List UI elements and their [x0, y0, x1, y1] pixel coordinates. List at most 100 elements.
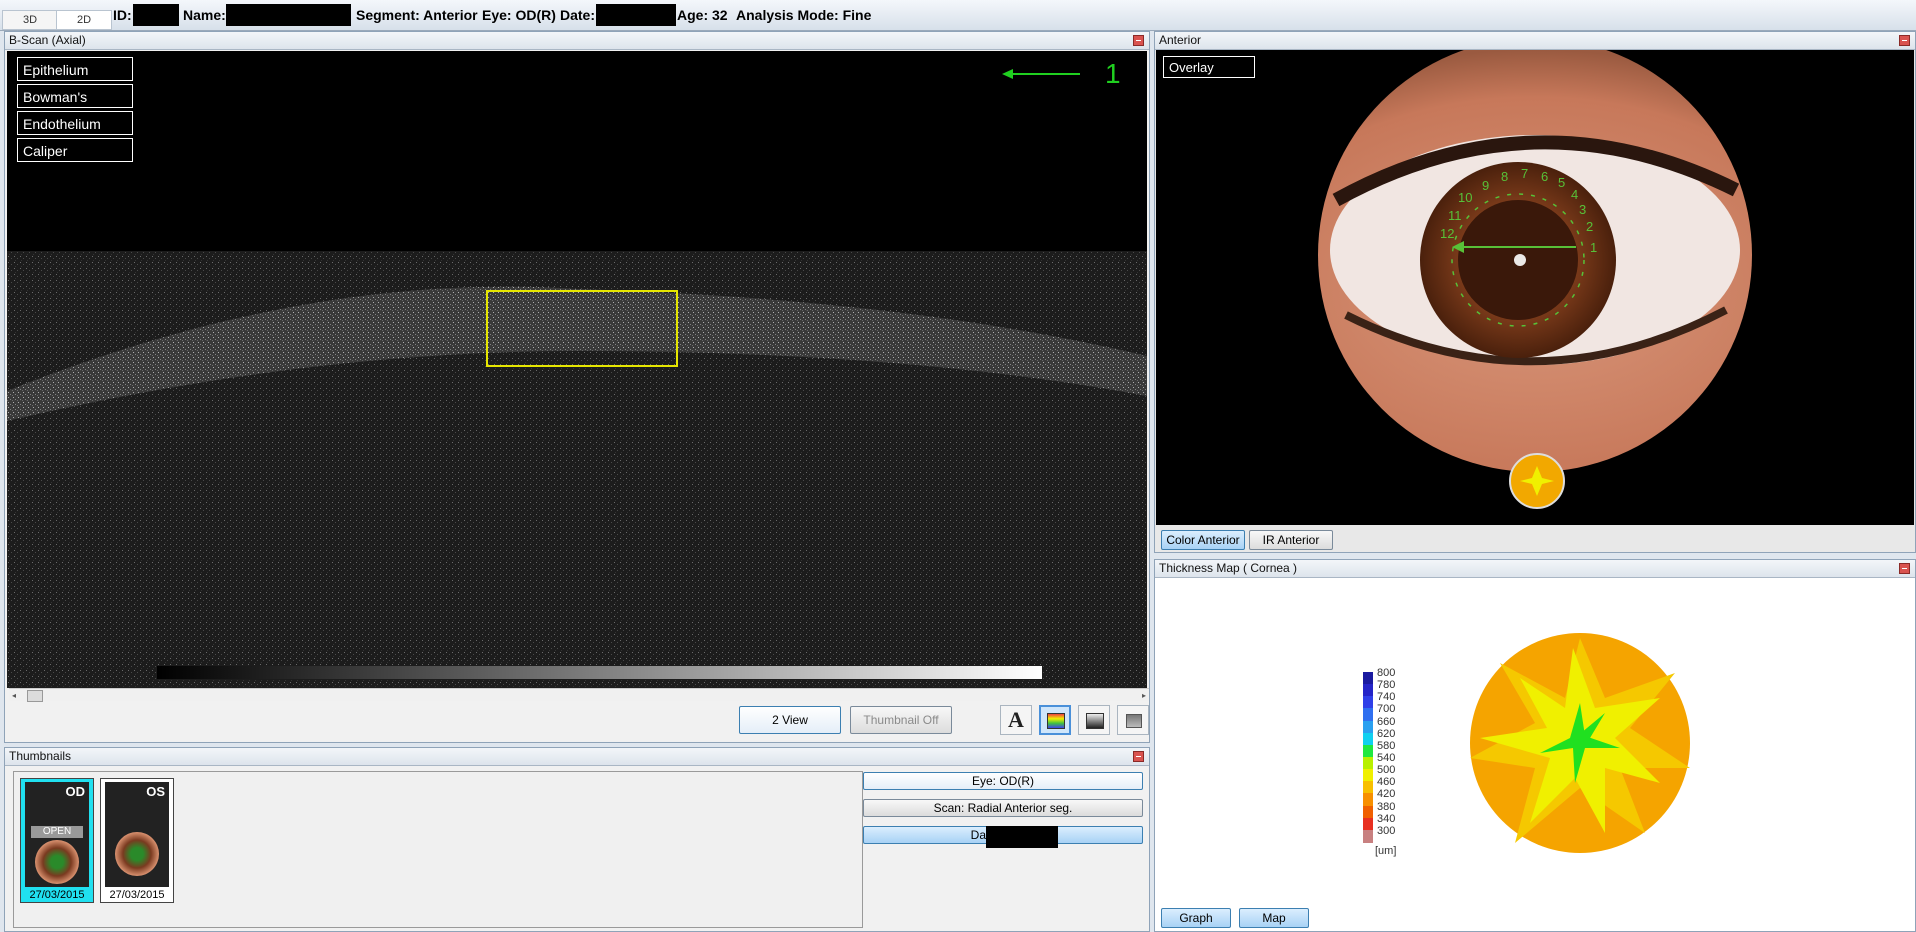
- grayscale-icon[interactable]: [1078, 705, 1110, 735]
- graph-button[interactable]: Graph: [1161, 908, 1231, 928]
- color-map-icon[interactable]: [1039, 705, 1071, 735]
- bscan-panel: B-Scan (Axial) 1 Epithelium Bowman's End…: [4, 31, 1150, 743]
- thumbnails-panel: Thumbnails OD OPEN 27/03/2015 OS 27/03/2…: [4, 747, 1150, 932]
- thumbnail-list: OD OPEN 27/03/2015 OS 27/03/2015: [13, 771, 863, 928]
- thumbnail-off-button[interactable]: Thumbnail Off: [850, 706, 952, 734]
- two-view-button[interactable]: 2 View: [739, 706, 841, 734]
- thumbnails-title: Thumbnails: [5, 748, 1149, 766]
- thickness-map-svg[interactable]: [1455, 618, 1705, 868]
- legend-label: 340: [1377, 812, 1396, 825]
- grayscale-bar: [157, 666, 1042, 679]
- bscan-title: B-Scan (Axial): [5, 32, 1149, 50]
- bscan-scrollbar[interactable]: ◂ ▸: [9, 688, 1149, 702]
- scan-marker-number: 1: [1105, 58, 1121, 89]
- gradient-icon[interactable]: [1117, 705, 1149, 735]
- clock-8: 8: [1501, 169, 1508, 184]
- layer-endothelium-button[interactable]: Endothelium: [17, 111, 133, 135]
- legend-label: 800: [1377, 667, 1396, 679]
- eye-label: Eye: OD(R): [482, 7, 556, 23]
- bscan-svg: 1: [7, 58, 1147, 688]
- legend-label: 780: [1377, 679, 1396, 692]
- bscan-image[interactable]: 1 Epithelium Bowman's Endothelium Calipe…: [7, 51, 1147, 688]
- eye-info-button[interactable]: Eye: OD(R): [863, 772, 1143, 790]
- thumbnail-od[interactable]: OD OPEN 27/03/2015: [20, 778, 94, 903]
- reflection: [1514, 254, 1526, 266]
- thumbnail-os-eye: OS: [146, 784, 165, 799]
- bscan-close-icon[interactable]: [1133, 35, 1144, 46]
- scan-arrowhead: [1002, 69, 1013, 79]
- thumbnail-os[interactable]: OS 27/03/2015: [100, 778, 174, 903]
- thumbnail-os-date: 27/03/2015: [109, 889, 165, 901]
- segment-label: Segment: Anterior: [356, 7, 478, 23]
- clock-7: 7: [1521, 166, 1528, 181]
- legend-label: 380: [1377, 800, 1396, 813]
- legend-label: 500: [1377, 764, 1396, 777]
- scroll-left-icon[interactable]: ◂: [12, 691, 16, 700]
- anterior-close-icon[interactable]: [1899, 35, 1910, 46]
- thumbnail-os-image: OS: [105, 782, 169, 887]
- thickness-panel: Thickness Map ( Cornea ) 800 780 740 700 660…: [1154, 559, 1916, 932]
- thumbnail-os-eye-image: [115, 832, 159, 876]
- text-tool-icon[interactable]: A: [1000, 705, 1032, 735]
- color-anterior-button[interactable]: Color Anterior: [1161, 530, 1245, 550]
- map-button[interactable]: Map: [1239, 908, 1309, 928]
- thickness-title: Thickness Map ( Cornea ): [1155, 560, 1915, 578]
- anterior-title: Anterior: [1155, 32, 1915, 50]
- legend-swatch: [1363, 829, 1373, 843]
- date-redacted: [596, 4, 676, 26]
- scroll-thumb[interactable]: [27, 690, 43, 702]
- legend-label: 580: [1377, 739, 1396, 752]
- legend-label: 420: [1377, 788, 1396, 801]
- thickness-legend: 800 780 740 700 660 620 580 540 500 460 420 380 340 3…: [1363, 667, 1443, 862]
- legend-label: 620: [1377, 727, 1396, 740]
- tab-3d[interactable]: 3D: [2, 10, 58, 30]
- overlay-button[interactable]: Overlay: [1163, 56, 1255, 78]
- thumbnail-od-status: OPEN: [31, 826, 83, 838]
- thumbnail-od-eye-image: [35, 840, 79, 884]
- clock-2: 2: [1586, 219, 1593, 234]
- analysis-mode-label: Analysis Mode: Fine: [736, 7, 872, 23]
- name-redacted: [226, 4, 351, 26]
- clock-5: 5: [1558, 175, 1565, 190]
- anterior-image[interactable]: 1 2 3 4 5 6 7 8 9 10 11 12 Overlay: [1156, 50, 1914, 525]
- thumbnail-od-date: 27/03/2015: [29, 889, 85, 901]
- legend-color-bar: [1363, 672, 1373, 843]
- clock-6: 6: [1541, 169, 1548, 184]
- tab-2d[interactable]: 2D: [56, 10, 112, 30]
- clock-11: 11: [1448, 208, 1462, 223]
- clock-10: 10: [1458, 190, 1472, 205]
- legend-label: 540: [1377, 752, 1396, 764]
- anterior-svg: 1 2 3 4 5 6 7 8 9 10 11 12: [1318, 50, 1752, 509]
- name-label: Name:: [183, 7, 226, 23]
- clock-9: 9: [1482, 178, 1489, 193]
- scan-info-button[interactable]: Scan: Radial Anterior seg.: [863, 799, 1143, 817]
- clock-4: 4: [1571, 187, 1578, 202]
- layer-bowmans-button[interactable]: Bowman's: [17, 84, 133, 108]
- layer-caliper-button[interactable]: Caliper: [17, 138, 133, 162]
- thumbnail-od-eye: OD: [65, 784, 86, 799]
- legend-label: 700: [1377, 703, 1396, 716]
- age-label: Age: 32: [677, 7, 728, 23]
- legend-label: 460: [1377, 776, 1396, 789]
- legend-unit: [um]: [1375, 845, 1397, 857]
- anterior-panel: Anterior 1 2 3 4 5 6 7 8 9 10 11 12 Over…: [1154, 31, 1916, 553]
- legend-swatch: [1363, 744, 1373, 758]
- date-label: Date:: [560, 7, 596, 23]
- date-info-button[interactable]: Date:: [863, 826, 1143, 848]
- ir-anterior-button[interactable]: IR Anterior: [1249, 530, 1333, 550]
- clock-1: 1: [1590, 240, 1597, 255]
- id-label: ID:: [113, 7, 132, 23]
- legend-label: 300: [1377, 824, 1396, 837]
- id-redacted: [133, 4, 179, 26]
- legend-label: 660: [1377, 715, 1396, 728]
- thumbnails-close-icon[interactable]: [1133, 751, 1144, 762]
- clock-3: 3: [1579, 202, 1586, 217]
- layer-epithelium-button[interactable]: Epithelium: [17, 57, 133, 81]
- clock-12: 12: [1440, 226, 1454, 241]
- thickness-close-icon[interactable]: [1899, 563, 1910, 574]
- top-info-bar: 3D 2D ID: Name: Segment: Anterior Eye: O…: [0, 0, 1916, 31]
- scroll-right-icon[interactable]: ▸: [1142, 691, 1146, 700]
- legend-label: 740: [1377, 691, 1396, 704]
- date-info-redacted: [986, 826, 1058, 848]
- thumbnail-od-image: OD OPEN: [25, 782, 89, 887]
